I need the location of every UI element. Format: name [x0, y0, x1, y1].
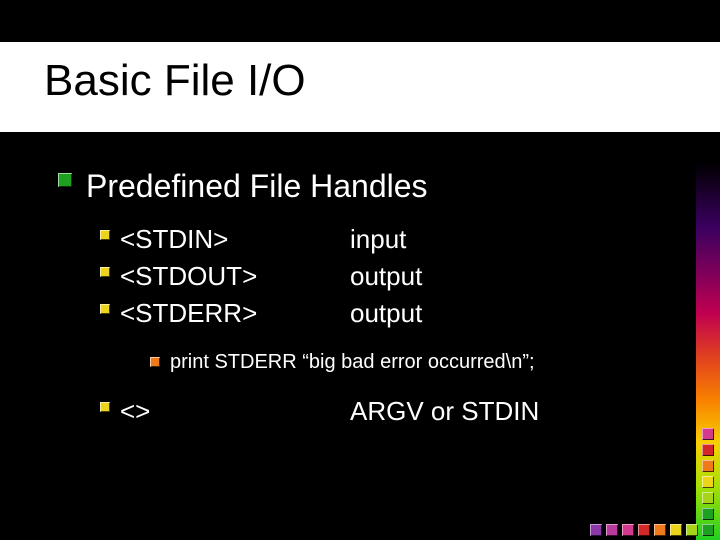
- decoration-square: [702, 508, 714, 520]
- handle-desc: output: [350, 261, 422, 292]
- handle-desc: ARGV or STDIN: [350, 396, 539, 427]
- handle-row: <> ARGV or STDIN: [100, 396, 658, 427]
- example-row: print STDERR “big bad error occurred\n”;: [150, 351, 658, 374]
- decoration-square: [654, 524, 666, 536]
- decoration-square: [670, 524, 682, 536]
- corner-decoration: [590, 428, 714, 536]
- handle-desc: output: [350, 298, 422, 329]
- decoration-square: [702, 460, 714, 472]
- handle-row: <STDIN> input: [100, 224, 658, 255]
- handle-name: <>: [120, 396, 350, 427]
- code-example: print STDERR “big bad error occurred\n”;: [170, 351, 535, 374]
- section-heading: Predefined File Handles: [86, 166, 428, 206]
- title-band: Basic File I/O: [0, 42, 720, 132]
- square-bullet-icon: [100, 402, 110, 412]
- slide-body: Predefined File Handles <STDIN> input <S…: [58, 160, 658, 433]
- corner-horizontal-strip: [590, 524, 714, 536]
- handle-row: <STDERR> output: [100, 298, 658, 329]
- handle-desc: input: [350, 224, 406, 255]
- heading-row: Predefined File Handles: [58, 166, 658, 206]
- handle-name: <STDIN>: [120, 224, 350, 255]
- decoration-square: [622, 524, 634, 536]
- square-bullet-icon: [58, 173, 72, 187]
- square-bullet-icon: [100, 304, 110, 314]
- decoration-square: [702, 476, 714, 488]
- square-bullet-icon: [100, 267, 110, 277]
- slide: Basic File I/O Predefined File Handles <…: [0, 0, 720, 540]
- decoration-square: [590, 524, 602, 536]
- decoration-square: [702, 428, 714, 440]
- decoration-square: [606, 524, 618, 536]
- decoration-square: [686, 524, 698, 536]
- decoration-square: [702, 524, 714, 536]
- square-bullet-icon: [150, 357, 160, 367]
- handle-name: <STDERR>: [120, 298, 350, 329]
- decoration-square: [638, 524, 650, 536]
- decoration-square: [702, 492, 714, 504]
- decoration-square: [702, 444, 714, 456]
- slide-title: Basic File I/O: [0, 42, 720, 106]
- square-bullet-icon: [100, 230, 110, 240]
- handle-row: <STDOUT> output: [100, 261, 658, 292]
- handle-name: <STDOUT>: [120, 261, 350, 292]
- corner-vertical-strip: [702, 428, 714, 520]
